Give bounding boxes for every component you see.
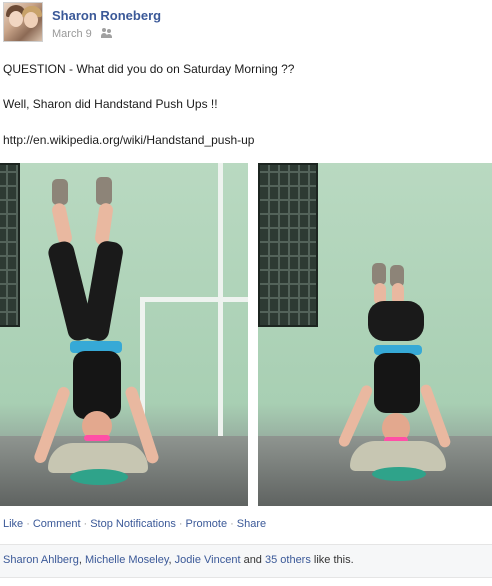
window — [258, 163, 318, 327]
like-link[interactable]: Like — [3, 518, 23, 530]
others-likes-link[interactable]: 35 others — [265, 554, 311, 566]
avatar[interactable] — [3, 2, 43, 42]
separator: · — [83, 518, 88, 530]
liker-name[interactable]: Michelle Moseley — [85, 554, 169, 566]
stop-notifications-link[interactable]: Stop Notifications — [90, 518, 176, 530]
promote-link[interactable]: Promote — [186, 518, 228, 530]
post-link[interactable]: http://en.wikipedia.org/wiki/Handstand_p… — [3, 133, 254, 147]
separator: · — [230, 518, 234, 530]
post-meta: March 9 — [52, 28, 113, 40]
friends-icon[interactable] — [100, 28, 113, 38]
likes-summary: Sharon Ahlberg, Michelle Moseley, Jodie … — [3, 554, 354, 566]
post-question: QUESTION - What did you do on Saturday M… — [3, 62, 295, 76]
comment-link[interactable]: Comment — [33, 518, 81, 530]
photo-album — [0, 163, 492, 506]
window — [0, 163, 20, 327]
separator: · — [26, 518, 30, 530]
post-date[interactable]: March 9 — [52, 28, 92, 40]
share-link[interactable]: Share — [237, 518, 266, 530]
photo-handstand-2[interactable] — [258, 163, 492, 506]
author-name[interactable]: Sharon Roneberg — [52, 8, 161, 23]
post-statement: Well, Sharon did Handstand Push Ups !! — [3, 97, 218, 111]
separator: · — [178, 518, 183, 530]
post-actions: Like · Comment · Stop Notifications · Promote ·… — [3, 518, 266, 530]
divider — [0, 577, 492, 578]
photo-handstand-1[interactable] — [0, 163, 248, 506]
liker-name[interactable]: Sharon Ahlberg — [3, 554, 79, 566]
post-header: Sharon Roneberg March 9 — [3, 2, 483, 44]
liker-name[interactable]: Jodie Vincent — [175, 554, 241, 566]
